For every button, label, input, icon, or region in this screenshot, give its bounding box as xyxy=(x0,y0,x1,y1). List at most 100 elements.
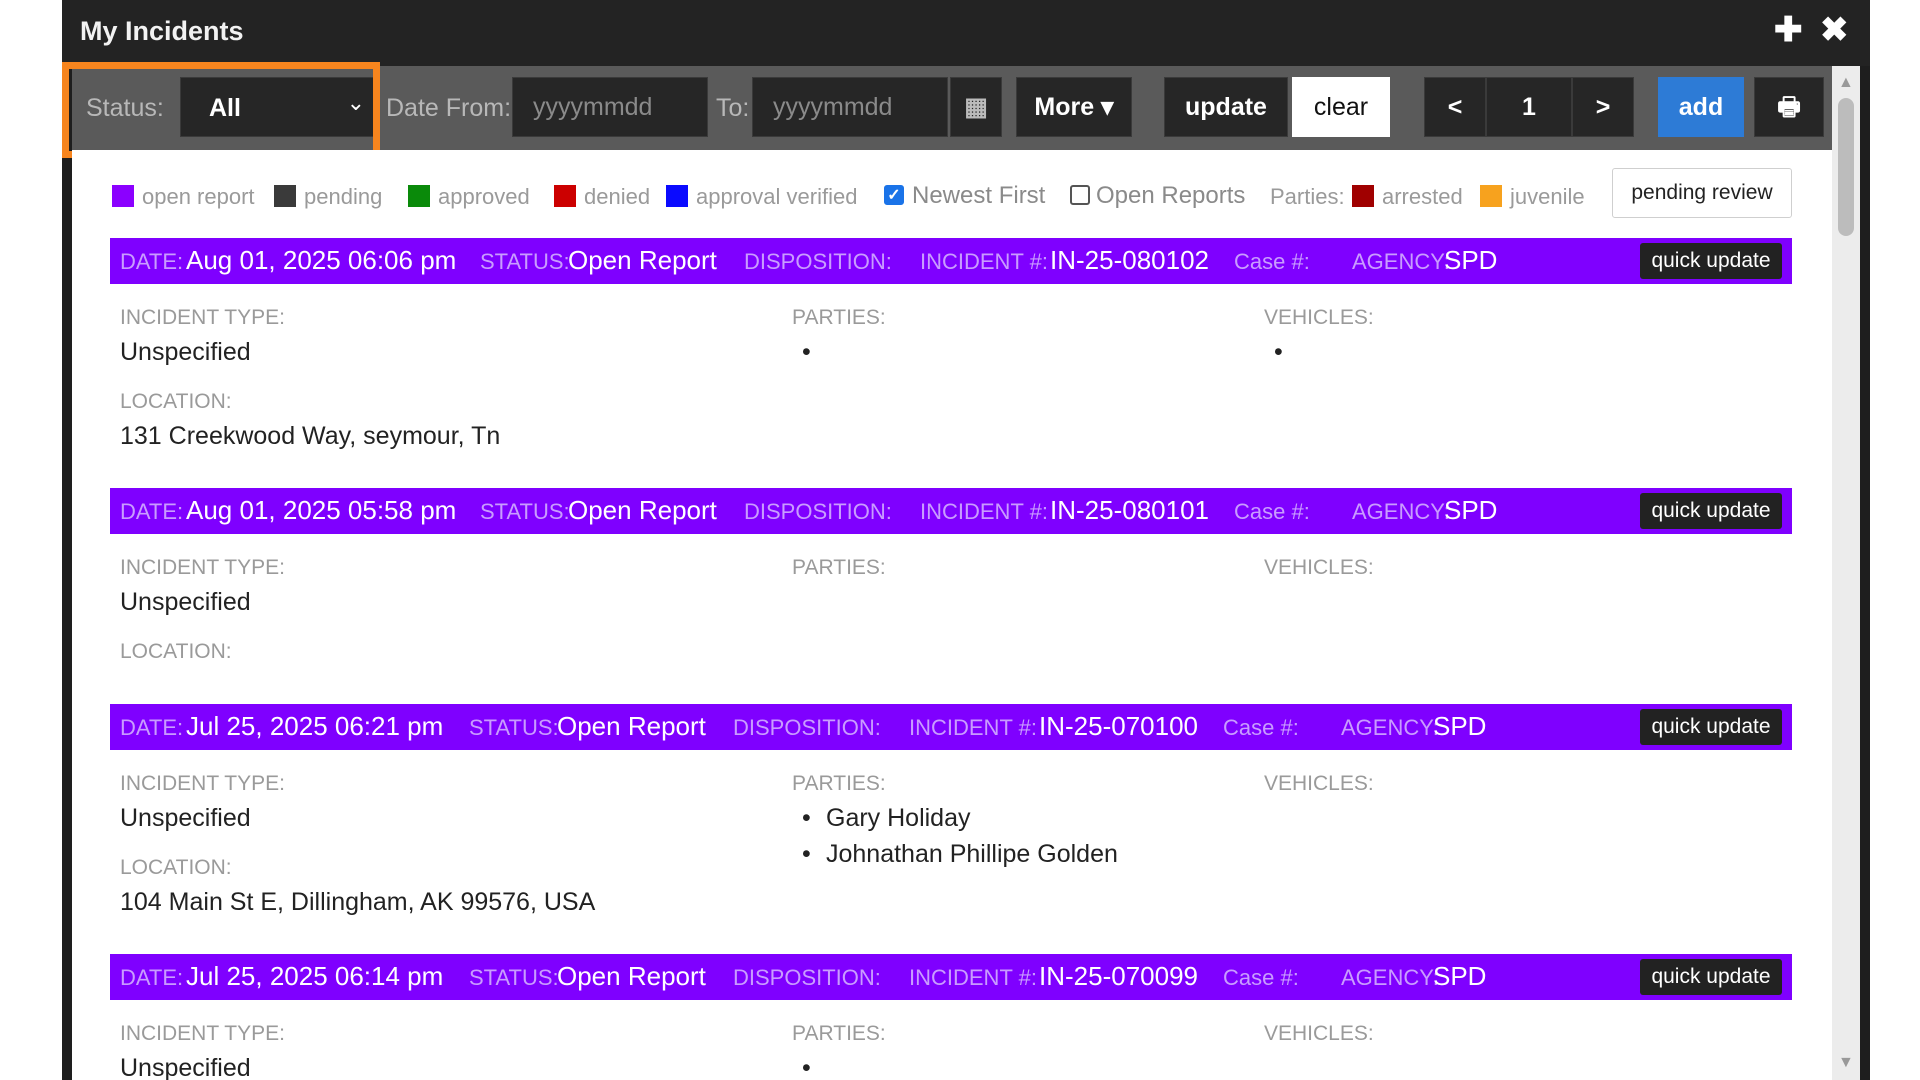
incident-card: DATE: Jul 25, 2025 06:21 pm STATUS: Open… xyxy=(110,704,1792,954)
parties-label: PARTIES: xyxy=(792,1022,886,1045)
incident-type-value: Unspecified xyxy=(120,804,251,832)
printer-icon: 🖶 xyxy=(1777,93,1801,121)
date-from-input[interactable]: yyyymmdd xyxy=(512,77,708,137)
disposition-label: DISPOSITION: xyxy=(733,715,881,740)
incident-agency: SPD xyxy=(1433,961,1487,991)
party-bullet: • xyxy=(802,804,811,832)
agency-label: AGENCY: xyxy=(1352,249,1450,274)
incident-header[interactable]: DATE: Aug 01, 2025 06:06 pm STATUS: Open… xyxy=(110,238,1792,284)
date-label: DATE: xyxy=(120,249,184,274)
status-label: STATUS: xyxy=(469,965,559,990)
date-from-label: Date From: xyxy=(386,94,512,122)
incident-status: Open Report xyxy=(568,245,717,275)
incident-card: DATE: Aug 01, 2025 06:06 pm STATUS: Open… xyxy=(110,238,1792,488)
incident-agency: SPD xyxy=(1444,495,1498,525)
legend-pending: pending xyxy=(304,184,383,209)
location-label: LOCATION: xyxy=(120,856,232,879)
scrollbar-thumb[interactable] xyxy=(1838,98,1854,236)
incident-agency: SPD xyxy=(1433,711,1487,741)
pending-review-button[interactable]: pending review xyxy=(1612,168,1792,218)
more-dropdown[interactable]: More ▾ xyxy=(1016,77,1132,137)
vertical-scrollbar[interactable]: ▲ ▼ xyxy=(1832,66,1860,1080)
incident-header[interactable]: DATE: Jul 25, 2025 06:14 pm STATUS: Open… xyxy=(110,954,1792,1000)
incident-list: open report pending approved denied appr… xyxy=(72,150,1832,1080)
calendar-button[interactable]: ▦ xyxy=(950,77,1002,137)
quick-update-button[interactable]: quick update xyxy=(1640,959,1782,995)
incident-type-label: INCIDENT TYPE: xyxy=(120,772,285,795)
incident-number: IN-25-080102 xyxy=(1050,245,1209,275)
incident-number-label: INCIDENT #: xyxy=(920,249,1048,274)
date-to-input[interactable]: yyyymmdd xyxy=(752,77,948,137)
vehicles-label: VEHICLES: xyxy=(1264,556,1374,579)
open-reports-checkbox[interactable] xyxy=(1070,185,1090,205)
legend-approval-verified: approval verified xyxy=(696,184,858,209)
quick-update-button[interactable]: quick update xyxy=(1640,243,1782,279)
party-item: • xyxy=(802,338,811,366)
disposition-label: DISPOSITION: xyxy=(744,499,892,524)
scroll-down-icon[interactable]: ▼ xyxy=(1838,1054,1854,1072)
scroll-up-icon[interactable]: ▲ xyxy=(1838,74,1854,92)
incident-number: IN-25-080101 xyxy=(1050,495,1209,525)
case-label: Case #: xyxy=(1234,249,1310,274)
location-value: 104 Main St E, Dillingham, AK 99576, USA xyxy=(120,888,596,916)
status-filter-highlight xyxy=(62,62,380,158)
legend-bar: open report pending approved denied appr… xyxy=(72,150,1832,238)
incidents-window: My Incidents ✚ ✖ Status: All ⌄ Date From… xyxy=(62,0,1870,1080)
case-label: Case #: xyxy=(1234,499,1310,524)
incident-type-label: INCIDENT TYPE: xyxy=(120,1022,285,1045)
prev-page-button[interactable]: < xyxy=(1424,77,1486,137)
close-icon[interactable]: ✖ xyxy=(1820,12,1849,48)
add-button[interactable]: add xyxy=(1658,77,1744,137)
quick-update-button[interactable]: quick update xyxy=(1640,493,1782,529)
incident-card: DATE: Jul 25, 2025 06:14 pm STATUS: Open… xyxy=(110,954,1792,1080)
legend-swatch-approval-verified xyxy=(666,185,688,207)
party-item: Gary Holiday xyxy=(826,804,971,832)
case-label: Case #: xyxy=(1223,715,1299,740)
agency-label: AGENCY: xyxy=(1341,715,1439,740)
incident-date: Aug 01, 2025 06:06 pm xyxy=(186,245,457,275)
location-value: 131 Creekwood Way, seymour, Tn xyxy=(120,422,501,450)
next-page-button[interactable]: > xyxy=(1572,77,1634,137)
disposition-label: DISPOSITION: xyxy=(733,965,881,990)
vehicles-label: VEHICLES: xyxy=(1264,772,1374,795)
status-label: STATUS: xyxy=(469,715,559,740)
legend-swatch-pending xyxy=(274,185,296,207)
update-button[interactable]: update xyxy=(1164,77,1288,137)
print-button[interactable]: 🖶 xyxy=(1754,77,1824,137)
incident-type-value: Unspecified xyxy=(120,588,251,616)
parties-label: PARTIES: xyxy=(792,306,886,329)
newest-first-label: Newest First xyxy=(912,182,1046,209)
incident-date: Jul 25, 2025 06:14 pm xyxy=(186,961,444,991)
party-item: • xyxy=(802,1054,811,1080)
legend-swatch-arrested xyxy=(1352,185,1374,207)
incident-number: IN-25-070100 xyxy=(1039,711,1198,741)
page-number[interactable]: 1 xyxy=(1486,77,1572,137)
incident-number-label: INCIDENT #: xyxy=(909,715,1037,740)
incident-status: Open Report xyxy=(557,961,706,991)
quick-update-button[interactable]: quick update xyxy=(1640,709,1782,745)
legend-juvenile: juvenile xyxy=(1510,184,1585,209)
incident-type-value: Unspecified xyxy=(120,338,251,366)
vehicle-item: • xyxy=(1274,338,1283,366)
calendar-icon: ▦ xyxy=(964,93,988,121)
parties-label: PARTIES: xyxy=(792,772,886,795)
incident-card: DATE: Aug 01, 2025 05:58 pm STATUS: Open… xyxy=(110,488,1792,704)
legend-arrested: arrested xyxy=(1382,184,1463,209)
legend-approved: approved xyxy=(438,184,530,209)
status-label: STATUS: xyxy=(480,249,570,274)
party-bullet: • xyxy=(802,840,811,868)
incident-number-label: INCIDENT #: xyxy=(909,965,1037,990)
incident-header[interactable]: DATE: Jul 25, 2025 06:21 pm STATUS: Open… xyxy=(110,704,1792,750)
incident-date: Aug 01, 2025 05:58 pm xyxy=(186,495,457,525)
incident-type-label: INCIDENT TYPE: xyxy=(120,556,285,579)
window-title: My Incidents xyxy=(80,16,244,46)
disposition-label: DISPOSITION: xyxy=(744,249,892,274)
incident-type-value: Unspecified xyxy=(120,1054,251,1080)
newest-first-checkbox[interactable]: ✓ xyxy=(884,185,904,205)
date-label: DATE: xyxy=(120,499,184,524)
incident-header[interactable]: DATE: Aug 01, 2025 05:58 pm STATUS: Open… xyxy=(110,488,1792,534)
incident-type-label: INCIDENT TYPE: xyxy=(120,306,285,329)
location-label: LOCATION: xyxy=(120,640,232,663)
plus-icon[interactable]: ✚ xyxy=(1774,12,1803,48)
clear-button[interactable]: clear xyxy=(1292,77,1390,137)
